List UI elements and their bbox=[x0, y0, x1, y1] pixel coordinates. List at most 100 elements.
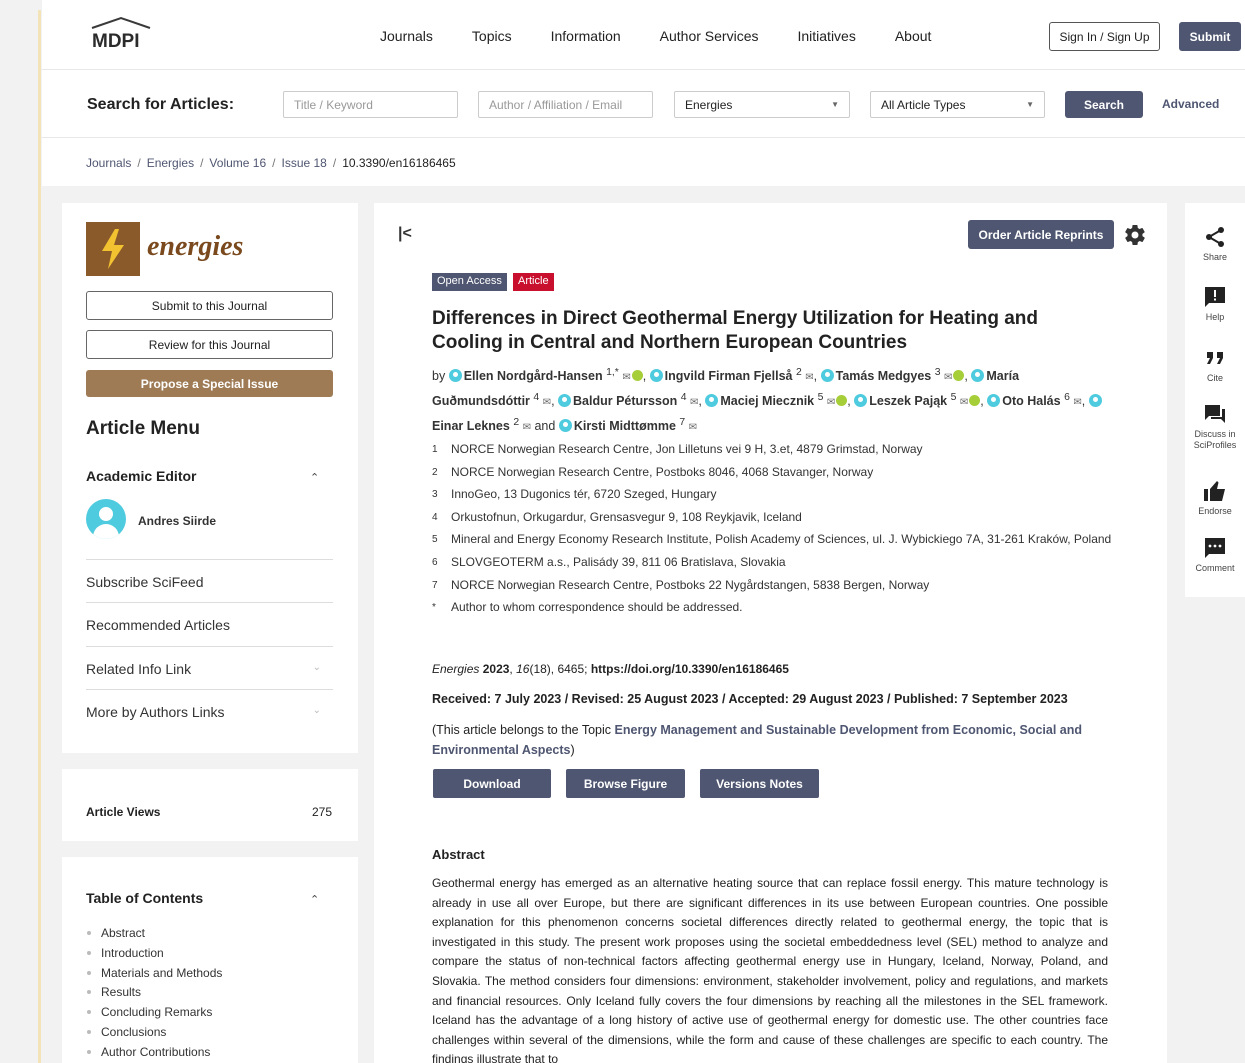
email-icon[interactable]: ✉ bbox=[1073, 397, 1081, 408]
propose-special-issue-button[interactable]: Propose a Special Issue bbox=[86, 370, 333, 397]
breadcrumb-volume[interactable]: Volume 16 bbox=[209, 156, 266, 170]
editor-name[interactable]: Andres Siirde bbox=[138, 514, 216, 528]
author-affiliation-number: 5 bbox=[950, 392, 957, 404]
email-icon[interactable]: ✉ bbox=[523, 422, 531, 433]
top-navigation: MDPI Journals Topics Information Author … bbox=[42, 0, 1245, 70]
breadcrumb-issue[interactable]: Issue 18 bbox=[281, 156, 326, 170]
browse-figure-button[interactable]: Browse Figure bbox=[566, 769, 685, 798]
author-profile-icon[interactable] bbox=[558, 419, 572, 433]
author-name[interactable]: Ellen Nordgård-Hansen bbox=[464, 369, 603, 383]
email-icon[interactable]: ✉ bbox=[622, 372, 630, 383]
author-name[interactable]: Ingvild Firman Fjellså bbox=[665, 369, 793, 383]
email-icon[interactable]: ✉ bbox=[543, 397, 551, 408]
academic-editor-heading[interactable]: Academic Editor bbox=[86, 468, 196, 484]
endorse-tool[interactable]: Endorse bbox=[1185, 479, 1245, 517]
toc-item[interactable]: Conclusions bbox=[86, 1025, 222, 1039]
toc-item[interactable]: Introduction bbox=[86, 946, 222, 960]
toc-title[interactable]: Table of Contents bbox=[86, 890, 203, 906]
email-icon[interactable]: ✉ bbox=[944, 372, 952, 383]
orcid-icon[interactable] bbox=[969, 395, 981, 407]
chevron-up-icon[interactable]: ⌃ bbox=[310, 893, 319, 906]
versions-notes-button[interactable]: Versions Notes bbox=[700, 769, 819, 798]
author-name[interactable]: Baldur Pétursson bbox=[573, 394, 677, 408]
nav-information[interactable]: Information bbox=[551, 28, 621, 44]
email-icon[interactable]: ✉ bbox=[689, 422, 697, 433]
nav-about[interactable]: About bbox=[895, 28, 932, 44]
author-profile-icon[interactable] bbox=[1088, 394, 1102, 408]
toc-item[interactable]: Results bbox=[86, 985, 222, 999]
submit-button[interactable]: Submit bbox=[1179, 22, 1241, 51]
affiliation-row: 3 InnoGeo, 13 Dugonics tér, 6720 Szeged, … bbox=[432, 487, 717, 502]
journal-sidebar: energies Submit to this Journal Review f… bbox=[62, 203, 358, 753]
author-profile-icon[interactable] bbox=[987, 394, 1001, 408]
collapse-sidebar-icon[interactable]: |< bbox=[398, 225, 412, 243]
author-name[interactable]: Tamás Medgyes bbox=[836, 369, 932, 383]
email-icon[interactable]: ✉ bbox=[827, 397, 835, 408]
discuss-tool[interactable]: Discuss in SciProfiles bbox=[1185, 402, 1245, 451]
menu-item-subscribe-scifeed[interactable]: Subscribe SciFeed bbox=[86, 559, 333, 602]
help-icon bbox=[1205, 287, 1225, 307]
sign-in-button[interactable]: Sign In / Sign Up bbox=[1049, 22, 1160, 51]
journal-name[interactable]: energies bbox=[147, 231, 243, 263]
email-icon[interactable]: ✉ bbox=[805, 372, 813, 383]
orcid-icon[interactable] bbox=[953, 370, 965, 382]
review-for-journal-button[interactable]: Review for this Journal bbox=[86, 330, 333, 359]
journal-select[interactable]: Energies ▼ bbox=[674, 91, 850, 118]
nav-topics[interactable]: Topics bbox=[472, 28, 512, 44]
topic-note: (This article belongs to the Topic Energ… bbox=[432, 723, 1082, 757]
author-affiliation-number: 7 bbox=[679, 417, 686, 429]
email-icon[interactable]: ✉ bbox=[960, 397, 968, 408]
orcid-icon[interactable] bbox=[836, 395, 848, 407]
open-access-badge[interactable]: Open Access bbox=[432, 273, 507, 291]
menu-item-more-by-authors[interactable]: More by Authors Links ⌄ bbox=[86, 689, 333, 732]
menu-item-recommended-articles[interactable]: Recommended Articles bbox=[86, 602, 333, 645]
author-profile-icon[interactable] bbox=[854, 394, 868, 408]
doi-link[interactable]: https://doi.org/10.3390/en16186465 bbox=[591, 662, 789, 676]
energies-logo[interactable] bbox=[86, 222, 140, 276]
author-profile-icon[interactable] bbox=[971, 369, 985, 383]
author-profile-icon[interactable] bbox=[820, 369, 834, 383]
author-name[interactable]: Oto Halás bbox=[1002, 394, 1060, 408]
submit-to-journal-button[interactable]: Submit to this Journal bbox=[86, 291, 333, 320]
cite-tool[interactable]: Cite bbox=[1185, 346, 1245, 384]
toc-item[interactable]: Materials and Methods bbox=[86, 966, 222, 980]
advanced-search-link[interactable]: Advanced bbox=[1162, 97, 1219, 111]
author-affiliation-number: 5 bbox=[817, 392, 824, 404]
author-profile-icon[interactable] bbox=[705, 394, 719, 408]
author-name[interactable]: Leszek Pająk bbox=[869, 394, 947, 408]
comment-tool[interactable]: Comment bbox=[1185, 536, 1245, 574]
affiliation-row: 1 NORCE Norwegian Research Centre, Jon Li… bbox=[432, 442, 923, 456]
author-profile-icon[interactable] bbox=[558, 394, 572, 408]
mdpi-logo[interactable]: MDPI bbox=[88, 16, 154, 50]
order-reprints-button[interactable]: Order Article Reprints bbox=[968, 220, 1114, 249]
toc-item[interactable]: Abstract bbox=[86, 926, 222, 940]
article-menu-title: Article Menu bbox=[86, 418, 201, 439]
nav-author-services[interactable]: Author Services bbox=[660, 28, 759, 44]
toc-item[interactable]: Author Contributions bbox=[86, 1045, 222, 1059]
author-name[interactable]: Einar Leknes bbox=[432, 419, 510, 433]
author-profile-icon[interactable] bbox=[649, 369, 663, 383]
article-type-select[interactable]: All Article Types ▼ bbox=[870, 91, 1045, 118]
menu-item-related-info-link[interactable]: Related Info Link ⌄ bbox=[86, 646, 333, 689]
search-button[interactable]: Search bbox=[1065, 91, 1143, 118]
search-bar: Search for Articles: Title / Keyword Aut… bbox=[42, 70, 1245, 138]
author-affiliation-input[interactable]: Author / Affiliation / Email bbox=[478, 91, 653, 118]
nav-journals[interactable]: Journals bbox=[380, 28, 433, 44]
author-name[interactable]: Maciej Miecznik bbox=[720, 394, 814, 408]
download-button[interactable]: Download bbox=[433, 769, 551, 798]
author-separator: , bbox=[964, 369, 968, 384]
orcid-icon[interactable] bbox=[631, 370, 643, 382]
toc-item[interactable]: Concluding Remarks bbox=[86, 1005, 222, 1019]
breadcrumb-journals[interactable]: Journals bbox=[86, 156, 131, 170]
share-tool[interactable]: Share bbox=[1185, 225, 1245, 263]
chevron-up-icon[interactable]: ⌃ bbox=[310, 471, 319, 484]
help-tool[interactable]: Help bbox=[1185, 285, 1245, 323]
title-keyword-input[interactable]: Title / Keyword bbox=[283, 91, 458, 118]
article-views-label: Article Views bbox=[86, 805, 161, 819]
nav-initiatives[interactable]: Initiatives bbox=[797, 28, 855, 44]
gear-icon[interactable] bbox=[1123, 223, 1147, 247]
author-name[interactable]: Kirsti Midttømme bbox=[574, 419, 676, 433]
breadcrumb-energies[interactable]: Energies bbox=[147, 156, 194, 170]
author-profile-icon[interactable] bbox=[448, 369, 462, 383]
article-type-select-value: All Article Types bbox=[881, 98, 966, 112]
